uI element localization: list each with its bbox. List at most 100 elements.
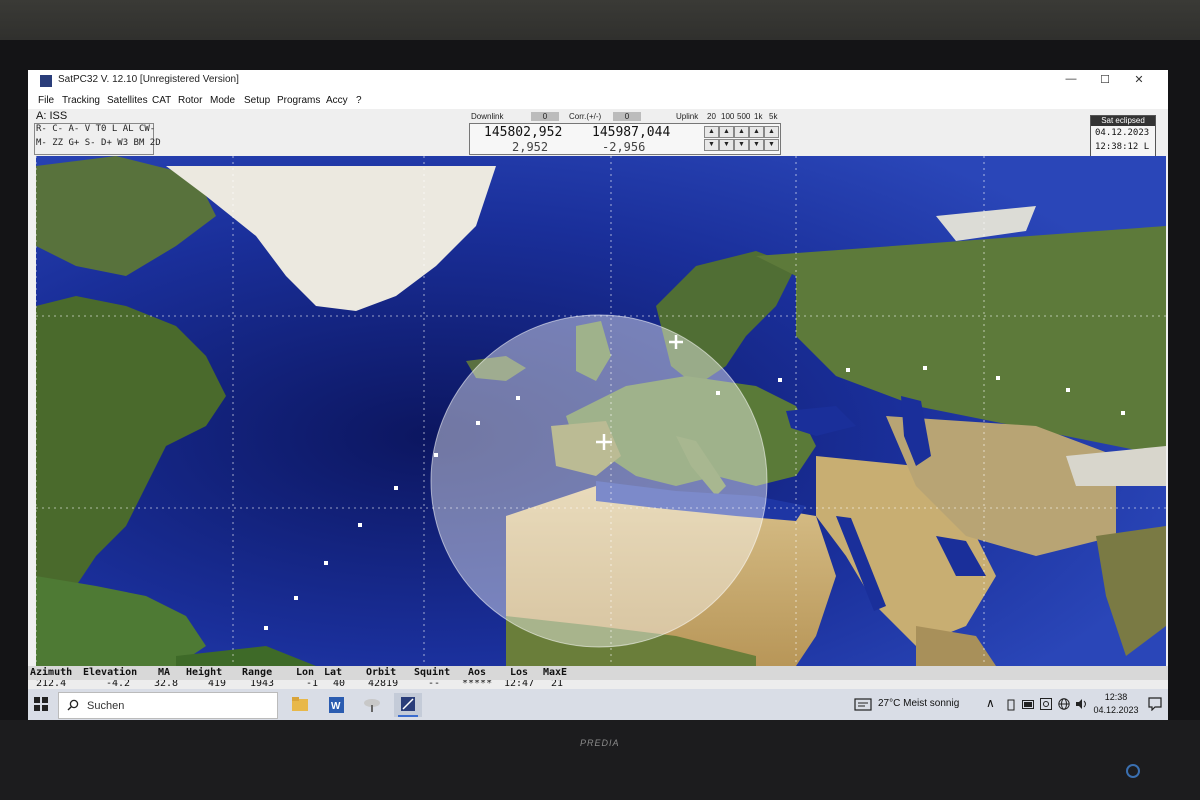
satpc-app-icon — [40, 75, 52, 87]
step-up-arrow-icon[interactable]: ▲ — [704, 126, 719, 138]
search-icon — [67, 699, 79, 711]
cell-lon: -1 — [306, 680, 319, 689]
control-panel: A: ISS R- C- A- V T0 L AL CW- M- ZZ G+ S… — [28, 109, 1168, 157]
menu-file[interactable]: File — [38, 95, 54, 106]
cell-ma: 32.8 — [154, 680, 179, 689]
step-up-arrow-icon[interactable]: ▲ — [764, 126, 779, 138]
uplink-label: Uplink — [676, 112, 699, 121]
maximize-button[interactable]: ☐ — [1092, 73, 1118, 86]
menu-programs[interactable]: Programs — [277, 95, 320, 106]
cell-lat: 40 — [333, 680, 346, 689]
menu-satellites[interactable]: Satellites — [107, 95, 148, 106]
monitor-brand: PREDIA — [580, 738, 620, 748]
col-squint: Squint — [414, 667, 451, 678]
step-down-arrow-icon[interactable]: ▼ — [749, 139, 764, 151]
eclipse-status: Sat eclipsed — [1091, 116, 1155, 126]
word-icon[interactable]: W — [322, 693, 350, 717]
weather-icon[interactable] — [854, 698, 872, 711]
step-500[interactable]: 500 — [737, 112, 750, 121]
col-lat: Lat — [324, 667, 343, 678]
downlink-shift: 2,952 — [512, 140, 549, 154]
screen: SatPC32 V. 12.10 [Unregistered Version] … — [28, 70, 1168, 720]
window-title: SatPC32 V. 12.10 [Unregistered Version] — [58, 74, 239, 85]
col-orbit: Orbit — [366, 667, 397, 678]
minimize-button[interactable]: — — [1058, 73, 1084, 85]
tracking-table-header: Azimuth Elevation MA Height Range Lon La… — [28, 666, 1168, 680]
svg-text:W: W — [331, 701, 341, 712]
col-elevation: Elevation — [83, 667, 138, 678]
close-button[interactable]: ✕ — [1126, 73, 1152, 86]
satellite-footprint — [430, 314, 768, 648]
network-globe-icon[interactable] — [1058, 698, 1070, 710]
cell-los: 12:47 — [504, 680, 535, 689]
taskbar-search[interactable]: Suchen — [58, 692, 278, 719]
taskbar: Suchen W 27°C Meist sonnig ∧ 12:38 04.12… — [28, 689, 1168, 720]
col-los: Los — [510, 667, 529, 678]
col-azimuth: Azimuth — [30, 667, 73, 678]
world-map[interactable] — [36, 156, 1166, 666]
windows-start-icon[interactable] — [34, 697, 48, 711]
status-box: Sat eclipsed 04.12.2023 12:38:12 L — [1090, 115, 1156, 157]
step-5k[interactable]: 5k — [769, 112, 777, 121]
battery-icon[interactable] — [1022, 700, 1036, 709]
step-down-arrow-icon[interactable]: ▼ — [704, 139, 719, 151]
step-up-arrow-icon[interactable]: ▲ — [734, 126, 749, 138]
step-down-arrow-icon[interactable]: ▼ — [734, 139, 749, 151]
weather-text[interactable]: 27°C Meist sonnig — [878, 698, 959, 709]
menu-setup[interactable]: Setup — [244, 95, 270, 106]
step-1k[interactable]: 1k — [754, 112, 762, 121]
col-aos: Aos — [468, 667, 487, 678]
taskbar-time[interactable]: 12:38 — [1086, 692, 1146, 702]
downlink-frequency: 145802,952 — [484, 125, 563, 140]
status-date: 04.12.2023 — [1095, 128, 1150, 138]
downlink-offset[interactable]: 0 — [531, 112, 559, 121]
menu-tracking[interactable]: Tracking — [62, 95, 100, 106]
taskbar-date[interactable]: 04.12.2023 — [1086, 705, 1146, 715]
col-height: Height — [186, 667, 223, 678]
col-lon: Lon — [296, 667, 315, 678]
uplink-frequency: 145987,044 — [592, 125, 671, 140]
menu-mode[interactable]: Mode — [210, 95, 235, 106]
cell-elevation: -4.2 — [106, 680, 131, 689]
satellite-app-icon[interactable] — [358, 693, 386, 717]
menu-rotor[interactable]: Rotor — [178, 95, 202, 106]
notifications-icon[interactable] — [1148, 697, 1162, 711]
step-20[interactable]: 20 — [707, 112, 716, 121]
window-titlebar: SatPC32 V. 12.10 [Unregistered Version] … — [28, 70, 1168, 92]
search-placeholder: Suchen — [87, 700, 125, 712]
chevron-up-icon[interactable]: ∧ — [986, 696, 995, 710]
menu-cat[interactable]: CAT — [152, 95, 171, 106]
mode-line-1[interactable]: R- C- A- V T0 L AL CW- — [36, 124, 155, 134]
menu-bar: File Tracking Satellites CAT Rotor Mode … — [28, 92, 1168, 109]
satpc32-taskbar-icon[interactable] — [394, 693, 422, 717]
monitor-bezel-bottom — [0, 720, 1200, 800]
col-ma: MA — [158, 667, 171, 678]
frequency-display: 145802,952 145987,044 2,952 -2,956 ▲ ▲ ▲… — [469, 123, 781, 155]
step-down-arrow-icon[interactable]: ▼ — [719, 139, 734, 151]
satellite-name[interactable]: A: ISS — [36, 110, 67, 122]
cell-aos: ***** — [462, 680, 493, 689]
menu-accy[interactable]: Accy — [326, 95, 348, 106]
downlink-label: Downlink — [471, 112, 504, 121]
mode-line-2[interactable]: M- ZZ G+ S- D+ W3 BM 2D — [36, 138, 161, 148]
cell-height: 419 — [208, 680, 227, 689]
file-explorer-icon[interactable] — [286, 693, 314, 717]
step-up-arrow-icon[interactable]: ▲ — [719, 126, 734, 138]
power-icon[interactable] — [1126, 764, 1140, 778]
corr-value[interactable]: 0 — [613, 112, 641, 121]
usb-icon[interactable] — [1006, 699, 1016, 711]
cell-range: 1943 — [250, 680, 275, 689]
col-maxe: MaxE — [543, 667, 568, 678]
menu-help[interactable]: ? — [356, 95, 362, 106]
cell-squint: -- — [428, 680, 441, 689]
step-down-arrow-icon[interactable]: ▼ — [764, 139, 779, 151]
cell-maxe: 21 — [551, 680, 564, 689]
uplink-shift: -2,956 — [602, 140, 646, 154]
cell-azimuth: 212.4 — [36, 680, 67, 689]
corr-label: Corr.(+/-) — [569, 112, 602, 121]
status-time: 12:38:12 L — [1095, 142, 1150, 152]
cell-orbit: 42819 — [368, 680, 399, 689]
step-100[interactable]: 100 — [721, 112, 734, 121]
step-up-arrow-icon[interactable]: ▲ — [749, 126, 764, 138]
update-icon[interactable] — [1040, 698, 1052, 710]
